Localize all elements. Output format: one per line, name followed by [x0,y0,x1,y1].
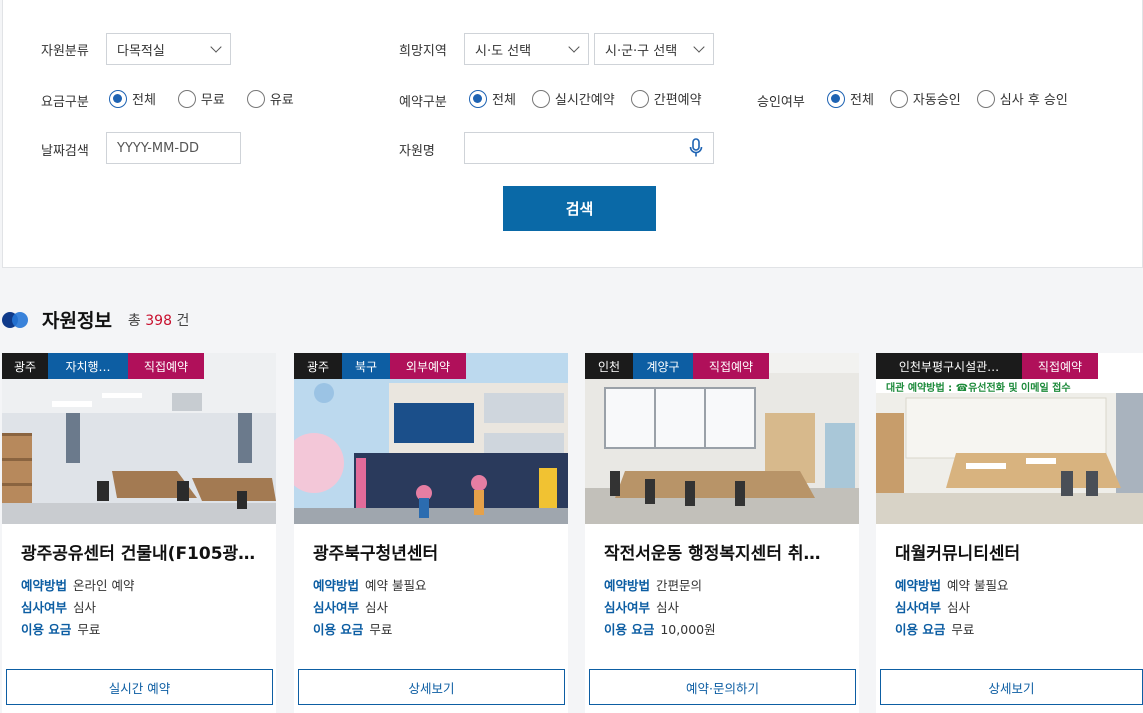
reservation-radio-group: 전체 실시간예약 간편예약 [469,89,716,108]
fee-radio-paid[interactable]: 유료 [246,89,294,108]
reserve-inquiry-button[interactable]: 예약·문의하기 [589,669,856,705]
tag-subregion: 계양구 [633,353,693,379]
reservation-radio-simple[interactable]: 간편예약 [630,89,702,108]
resource-category-select[interactable]: 다목적실 [106,33,231,65]
tag-reservation-type: 직접예약 [1022,353,1098,379]
region-label: 희망지역 [399,44,447,59]
review-status: 심사여부 심사 [21,600,97,615]
card-tags: 광주 자치행… 직접예약 [2,353,204,379]
result-header: 자원정보 총 398 건 [2,306,189,333]
reservation-method: 예약방법 온라인 예약 [21,578,135,593]
reservation-radio-all[interactable]: 전체 [469,89,516,108]
resource-card[interactable]: 광주 자치행… 직접예약 광주공유센터 건물내(F105광… 예약방법 온라인 예… [2,353,276,713]
date-input[interactable]: YYYY-MM-DD [106,132,241,164]
search-button[interactable]: 검색 [503,186,656,231]
tag-reservation-type: 직접예약 [693,353,769,379]
tag-reservation-type: 직접예약 [128,353,204,379]
reservation-radio-realtime[interactable]: 실시간예약 [531,89,615,108]
reservation-method: 예약방법 예약 불필요 [895,578,1009,593]
microphone-icon[interactable] [689,138,703,158]
tag-region: 인천 [585,353,633,379]
realtime-reserve-button[interactable]: 실시간 예약 [6,669,273,705]
sigungu-value: 시·군·구 선택 [605,43,678,59]
usage-fee: 이용 요금 10,000원 [604,622,716,637]
detail-button[interactable]: 상세보기 [298,669,565,705]
card-title[interactable]: 작전서운동 행정복지센터 취… [604,539,849,564]
date-placeholder: YYYY-MM-DD [117,140,200,156]
approval-radio-auto[interactable]: 자동승인 [889,89,961,108]
reservation-method: 예약방법 간편문의 [604,578,703,593]
chevron-down-icon [210,41,222,53]
card-tags: 광주 북구 외부예약 [294,353,466,379]
usage-fee: 이용 요금 무료 [313,622,393,637]
card-title[interactable]: 광주북구청년센터 [313,539,558,564]
tag-subregion: 자치행… [48,353,128,379]
fee-radio-all[interactable]: 전체 [109,89,156,108]
fee-radio-free[interactable]: 무료 [177,89,225,108]
date-label: 날짜검색 [41,144,89,159]
tag-region: 인천부평구시설관… [876,353,1022,379]
tag-region: 광주 [294,353,342,379]
resource-card[interactable]: 광주 북구 외부예약 광주북구청년센터 예약방법 예약 불필요 심사여부 심사 이용… [294,353,568,713]
approval-label: 승인여부 [757,95,805,110]
resource-card[interactable]: 대관 예약방법 : ☎유선전화 및 이메일 접수 인천부평구시설관… 직접예약 … [876,353,1143,713]
resource-card[interactable]: 인천 계양구 직접예약 작전서운동 행정복지센터 취… 예약방법 간편문의 심사여… [585,353,859,713]
tag-region: 광주 [2,353,48,379]
tag-subregion: 북구 [342,353,390,379]
card-title[interactable]: 광주공유센터 건물내(F105광… [21,539,266,564]
chevron-down-icon [568,41,580,53]
card-tags: 인천 계양구 직접예약 [585,353,769,379]
card-tags: 인천부평구시설관… 직접예약 [876,353,1098,379]
fee-label: 요금구분 [41,95,89,110]
approval-radio-group: 전체 자동승인 심사 후 승인 [827,89,1082,108]
sido-value: 시·도 선택 [475,43,532,59]
result-title: 자원정보 [42,310,112,332]
review-status: 심사여부 심사 [313,600,389,615]
section-dots-icon [2,311,32,329]
detail-button[interactable]: 상세보기 [880,669,1143,705]
approval-radio-review[interactable]: 심사 후 승인 [976,89,1068,108]
tag-reservation-type: 외부예약 [390,353,466,379]
sido-select[interactable]: 시·도 선택 [464,33,589,65]
review-status: 심사여부 심사 [895,600,971,615]
resource-category-label: 자원분류 [41,44,89,59]
image-caption: 대관 예약방법 : ☎유선전화 및 이메일 접수 [886,383,1071,394]
approval-radio-all[interactable]: 전체 [827,89,874,108]
reservation-label: 예약구분 [399,95,447,110]
name-label: 자원명 [399,144,435,159]
review-status: 심사여부 심사 [604,600,680,615]
sigungu-select[interactable]: 시·군·구 선택 [594,33,714,65]
chevron-down-icon [693,41,705,53]
search-panel: 자원분류 다목적실 희망지역 시·도 선택 시·군·구 선택 요금구분 전체 무… [2,0,1143,268]
fee-radio-group: 전체 무료 유료 [109,89,308,108]
result-count: 총 398 건 [127,312,190,329]
usage-fee: 이용 요금 무료 [895,622,975,637]
resource-category-value: 다목적실 [117,43,165,59]
card-title[interactable]: 대월커뮤니티센터 [895,539,1140,564]
reservation-method: 예약방법 예약 불필요 [313,578,427,593]
resource-name-input[interactable] [464,132,714,164]
usage-fee: 이용 요금 무료 [21,622,101,637]
